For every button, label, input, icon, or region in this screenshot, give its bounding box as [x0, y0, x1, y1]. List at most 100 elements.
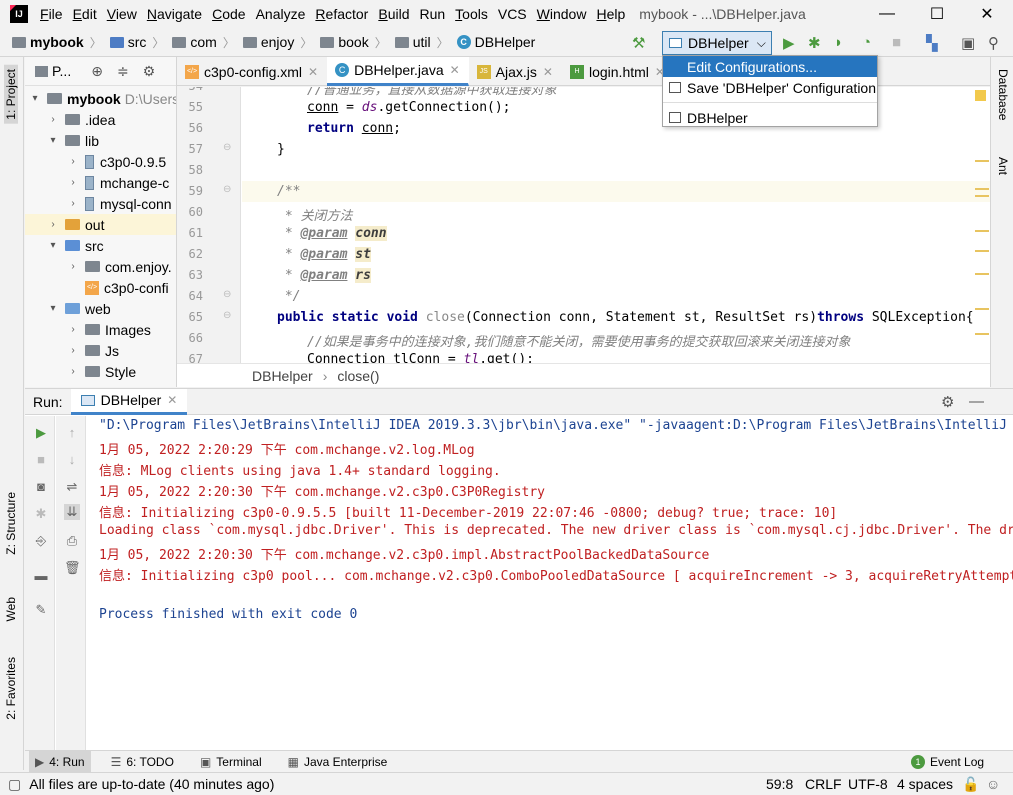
stop-icon[interactable]: ■: [33, 452, 49, 467]
tree-item-out[interactable]: › out: [47, 214, 104, 235]
stop-icon[interactable]: ■: [892, 34, 901, 51]
tree-item-style[interactable]: › Style: [67, 361, 136, 382]
tree-item-images[interactable]: › Images: [67, 319, 151, 340]
menu-build[interactable]: Build: [378, 6, 409, 22]
tree-item-c3p0-jar[interactable]: › c3p0-0.9.5: [67, 151, 166, 172]
error-stripe-mark[interactable]: [975, 188, 989, 190]
menu-refactor[interactable]: Refactor: [315, 6, 368, 22]
coverage-icon[interactable]: ◗: [834, 34, 843, 51]
tree-item-mybook[interactable]: ▾ mybook D:\Users: [29, 88, 176, 109]
web-tool-tab[interactable]: Web: [4, 597, 18, 621]
maximize-button[interactable]: ☐: [914, 0, 960, 28]
menu-run[interactable]: Run: [419, 6, 445, 22]
locate-icon[interactable]: ⊕: [91, 63, 103, 80]
tab-ajax-js[interactable]: JS Ajax.js ✕: [469, 57, 562, 86]
camera-icon[interactable]: ◙: [33, 479, 49, 494]
error-stripe-mark[interactable]: [975, 230, 989, 232]
error-stripe-mark[interactable]: [975, 333, 989, 335]
breadcrumb-book[interactable]: book 〉: [320, 34, 387, 51]
menu-window[interactable]: Window: [537, 6, 587, 22]
tree-item-web[interactable]: ▾ web: [47, 298, 110, 319]
collapse-icon[interactable]: ≑: [117, 63, 129, 80]
tab-dbhelper[interactable]: C DBHelper.java ✕: [327, 57, 469, 86]
close-tab-icon[interactable]: ✕: [450, 63, 460, 77]
print-icon[interactable]: ⎙: [64, 533, 80, 549]
run-tool-tab[interactable]: ▶ 4: Run: [29, 750, 91, 773]
breadcrumb-com[interactable]: com 〉: [172, 34, 235, 51]
close-tab-icon[interactable]: ✕: [308, 65, 318, 79]
line-separator[interactable]: CRLF: [805, 776, 842, 792]
run-configuration-dropdown[interactable]: DBHelper ⌵: [662, 31, 772, 55]
tree-item-c3p0-config[interactable]: </> c3p0-confi: [85, 277, 169, 298]
pin-icon[interactable]: ✎: [33, 602, 49, 618]
breadcrumb-dbhelper[interactable]: C DBHelper: [456, 34, 535, 50]
debug-icon[interactable]: ✱: [33, 506, 49, 522]
soft-wrap-icon[interactable]: ⇌: [64, 479, 80, 495]
error-stripe-mark[interactable]: [975, 308, 989, 310]
menu-analyze[interactable]: Analyze: [256, 6, 306, 22]
menu-edit[interactable]: Edit: [73, 6, 97, 22]
close-tab-icon[interactable]: ✕: [167, 393, 177, 407]
error-stripe-mark[interactable]: [975, 195, 989, 197]
menu-tools[interactable]: Tools: [455, 6, 488, 22]
structure-tool-tab[interactable]: Z: Structure: [4, 492, 18, 555]
scroll-to-end-icon[interactable]: ⇊: [64, 504, 80, 520]
tab-c3p0-config[interactable]: </> c3p0-config.xml ✕: [177, 57, 327, 86]
menu-vcs[interactable]: VCS: [498, 6, 527, 22]
menu-help[interactable]: Help: [596, 6, 625, 22]
close-tab-icon[interactable]: ✕: [543, 65, 553, 79]
inspector-icon[interactable]: ☺: [986, 776, 1000, 792]
arrow-down-icon[interactable]: ↓: [64, 452, 80, 467]
fold-icon[interactable]: ⊖: [223, 310, 231, 321]
caret-position[interactable]: 59:8: [766, 776, 793, 792]
tree-item-src[interactable]: ▾ src: [47, 235, 103, 256]
rerun-icon[interactable]: ▶: [33, 425, 49, 441]
terminal-toggle-icon[interactable]: ▣: [961, 34, 975, 52]
tab-login-html[interactable]: Hlogin.html ✕: [562, 57, 674, 86]
search-icon[interactable]: ⚲: [988, 34, 999, 52]
file-encoding[interactable]: UTF-8: [848, 776, 888, 792]
event-log-tool-tab[interactable]: 1 Event Log: [905, 751, 990, 773]
tree-item-mchange-jar[interactable]: › mchange-c: [67, 172, 169, 193]
ant-tool-tab[interactable]: Ant: [996, 157, 1010, 175]
exit-icon[interactable]: ⎆: [33, 533, 49, 549]
project-tool-tab[interactable]: 1: Project: [4, 65, 18, 124]
error-stripe-mark[interactable]: [975, 273, 989, 275]
run-icon[interactable]: ▶: [783, 34, 795, 52]
gear-icon[interactable]: ⚙: [143, 63, 156, 80]
tree-item-mysql-jar[interactable]: › mysql-conn: [67, 193, 171, 214]
tree-item-com-enjoy[interactable]: › com.enjoy.: [67, 256, 171, 277]
breadcrumb-util[interactable]: util 〉: [394, 34, 449, 51]
close-button[interactable]: ✕: [964, 0, 1010, 28]
menu-view[interactable]: View: [107, 6, 137, 22]
tree-item-lib[interactable]: ▾ lib: [47, 130, 99, 151]
debug-icon[interactable]: ✱: [808, 34, 821, 52]
profile-icon[interactable]: ◔: [862, 34, 871, 51]
code-editor[interactable]: 54 55 56 57 58 59 60 61 62 63 64 65 66 6…: [177, 87, 990, 363]
menu-file[interactable]: File: [40, 6, 63, 22]
breadcrumb-src[interactable]: src 〉: [109, 34, 164, 51]
terminal-tool-tab[interactable]: ▣ Terminal: [194, 751, 268, 773]
gear-icon[interactable]: ⚙: [941, 393, 954, 411]
breadcrumb-mybook[interactable]: mybook 〉: [12, 34, 102, 51]
dbhelper-config-item[interactable]: DBHelper: [663, 107, 877, 128]
status-window-icon[interactable]: ▢: [8, 776, 21, 793]
fold-icon[interactable]: ⊖: [223, 289, 231, 300]
favorites-tool-tab[interactable]: 2: Favorites: [4, 657, 18, 720]
minimize-button[interactable]: —: [864, 0, 910, 28]
project-view-selector[interactable]: P...: [52, 63, 71, 79]
error-stripe-mark[interactable]: [975, 250, 989, 252]
todo-tool-tab[interactable]: ☰ 6: TODO: [105, 751, 180, 773]
project-structure-icon[interactable]: ▚: [926, 34, 938, 52]
tree-item-idea[interactable]: › .idea: [47, 109, 115, 130]
fold-icon[interactable]: ⊖: [223, 142, 231, 153]
menu-navigate[interactable]: Navigate: [147, 6, 202, 22]
inspection-warning-icon[interactable]: [975, 90, 986, 101]
java-enterprise-tool-tab[interactable]: ▦ Java Enterprise: [282, 751, 394, 773]
edit-configurations-item[interactable]: Edit Configurations...: [663, 56, 877, 77]
breadcrumb-enjoy[interactable]: enjoy 〉: [242, 34, 312, 51]
fold-icon[interactable]: ⊖: [223, 184, 231, 195]
layout-icon[interactable]: ▬: [33, 568, 49, 583]
trash-icon[interactable]: 🗑: [64, 560, 81, 576]
hide-panel-icon[interactable]: —: [969, 393, 984, 410]
